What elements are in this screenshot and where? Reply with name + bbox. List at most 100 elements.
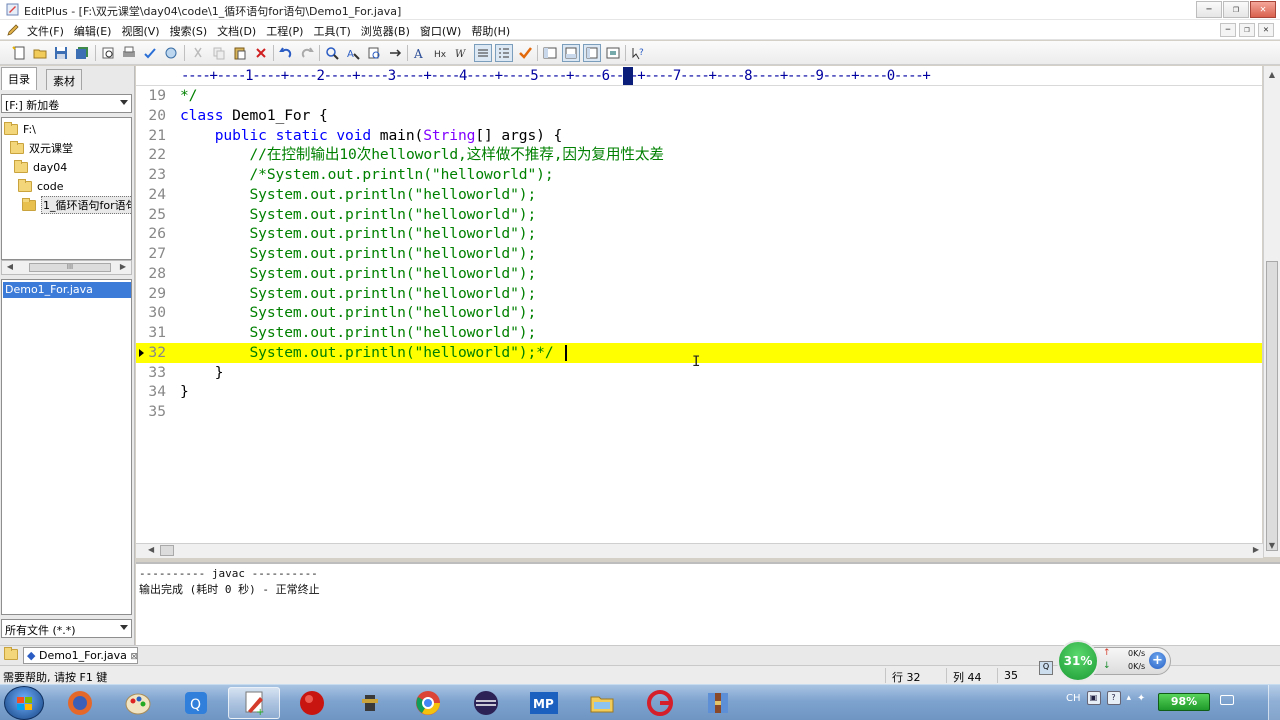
scroll-thumb[interactable] xyxy=(1266,261,1278,551)
minimize-button[interactable]: − xyxy=(1196,1,1222,18)
file-list-item[interactable]: Demo1_For.java xyxy=(3,282,131,298)
menu-browser[interactable]: 浏览器(B) xyxy=(358,23,417,39)
code-editor[interactable]: 35 34} 33 } 32 System.out.println("hellowor… xyxy=(136,86,1262,544)
undo-icon[interactable] xyxy=(277,44,295,62)
paste-icon[interactable] xyxy=(231,44,249,62)
tree-horizontal-scrollbar[interactable]: ◀ III ▶ xyxy=(1,260,132,275)
scroll-left-icon[interactable]: ◀ xyxy=(4,262,16,273)
open-folder-icon[interactable] xyxy=(31,44,49,62)
ftp-icon[interactable] xyxy=(344,687,396,719)
save-all-icon[interactable] xyxy=(73,44,91,62)
start-button[interactable] xyxy=(4,686,44,720)
replace-icon[interactable]: A xyxy=(344,44,362,62)
archive-icon[interactable] xyxy=(692,687,744,719)
editplus-icon[interactable]: + xyxy=(228,687,280,719)
tab-directory[interactable]: 目录 xyxy=(1,67,37,90)
scroll-right-icon[interactable]: ▶ xyxy=(117,262,129,273)
network-speed-widget[interactable]: Q 31% ↑ ↓ 0K/s 0K/s + xyxy=(1039,640,1175,682)
word-wrap-icon[interactable]: W xyxy=(453,44,471,62)
goto-icon[interactable] xyxy=(386,44,404,62)
hex-view-icon[interactable]: Hx xyxy=(432,44,450,62)
copy-icon[interactable] xyxy=(210,44,228,62)
close-button[interactable]: ✕ xyxy=(1250,1,1276,18)
line-number-toggle-icon[interactable] xyxy=(495,44,513,62)
code-line[interactable]: 31 System.out.println("helloworld"); xyxy=(136,323,1262,343)
scroll-left-icon[interactable]: ◀ xyxy=(148,545,154,554)
grapecity-icon[interactable] xyxy=(634,687,686,719)
tree-item-folder[interactable]: code xyxy=(18,177,64,195)
code-line[interactable]: 30 System.out.println("helloworld"); xyxy=(136,303,1262,323)
code-line[interactable]: 22 //在控制输出10次helloworld,这样做不推荐,因为复用性太差 xyxy=(136,145,1262,165)
scroll-thumb[interactable]: III xyxy=(29,263,111,272)
scroll-down-icon[interactable]: ▼ xyxy=(1266,541,1278,553)
restore-button[interactable]: ❐ xyxy=(1223,1,1249,18)
code-line[interactable]: 26 System.out.println("helloworld"); xyxy=(136,224,1262,244)
save-icon[interactable] xyxy=(52,44,70,62)
code-line[interactable]: 27 System.out.println("helloworld"); xyxy=(136,244,1262,264)
network-icon[interactable]: ✦ xyxy=(1137,693,1145,704)
editor-vertical-scrollbar[interactable]: ▲ ▼ xyxy=(1263,66,1280,557)
firefox-icon[interactable] xyxy=(54,687,106,719)
menu-file[interactable]: 文件(F) xyxy=(24,23,71,39)
drive-select[interactable]: [F:] 新加卷 xyxy=(1,94,132,113)
output-window[interactable]: ---------- javac ---------- 输出完成 (耗时 0 秒… xyxy=(136,562,1280,645)
input-language[interactable]: CH xyxy=(1066,693,1081,704)
code-line[interactable]: 20 class Demo1_For { xyxy=(136,106,1262,126)
tray-expand-icon[interactable]: ▴ xyxy=(1127,693,1132,703)
scroll-thumb[interactable] xyxy=(160,545,174,556)
directory-window-icon[interactable] xyxy=(541,44,559,62)
context-help-icon[interactable]: ? xyxy=(629,44,647,62)
record-icon[interactable] xyxy=(286,687,338,719)
paint-icon[interactable] xyxy=(112,687,164,719)
memory-usage-badge[interactable]: 31% xyxy=(1057,640,1099,682)
explorer-icon[interactable] xyxy=(576,687,628,719)
browser-preview-icon[interactable] xyxy=(162,44,180,62)
chrome-icon[interactable] xyxy=(402,687,454,719)
find-in-files-icon[interactable] xyxy=(365,44,383,62)
new-file-icon[interactable] xyxy=(10,44,28,62)
battery-indicator[interactable]: 98% xyxy=(1158,693,1210,711)
check-icon[interactable] xyxy=(516,44,534,62)
qq-browser-icon[interactable]: Q xyxy=(170,687,222,719)
code-line[interactable]: 35 xyxy=(136,402,1262,422)
ruler-toggle-icon[interactable] xyxy=(474,44,492,62)
code-line[interactable]: 24 System.out.println("helloworld"); xyxy=(136,185,1262,205)
menu-document[interactable]: 文档(D) xyxy=(214,23,263,39)
font-icon[interactable]: A xyxy=(411,44,429,62)
tree-item-folder-selected[interactable]: 1_循环语句for语句 xyxy=(22,196,131,214)
cut-icon[interactable] xyxy=(189,44,207,62)
code-line[interactable]: 21 public static void main(String[] args… xyxy=(136,126,1262,146)
doc-close-button[interactable]: ✕ xyxy=(1258,23,1274,37)
tree-item-drive[interactable]: F:\ xyxy=(4,120,36,138)
help-icon[interactable]: ? xyxy=(1106,691,1121,705)
menu-tools[interactable]: 工具(T) xyxy=(310,23,357,39)
ime-icon[interactable]: ▣ xyxy=(1086,691,1101,705)
power-icon[interactable] xyxy=(1220,695,1234,705)
accelerate-button[interactable]: + xyxy=(1149,652,1166,669)
redo-icon[interactable] xyxy=(298,44,316,62)
mp-icon[interactable]: MP xyxy=(518,687,570,719)
doc-restore-button[interactable]: ❐ xyxy=(1239,23,1255,37)
show-desktop-button[interactable] xyxy=(1268,685,1280,720)
menu-project[interactable]: 工程(P) xyxy=(263,23,310,39)
menu-view[interactable]: 视图(V) xyxy=(118,23,166,39)
print-icon[interactable] xyxy=(120,44,138,62)
menu-window[interactable]: 窗口(W) xyxy=(417,23,468,39)
menu-search[interactable]: 搜索(S) xyxy=(167,23,215,39)
scroll-up-icon[interactable]: ▲ xyxy=(1266,70,1278,82)
code-line[interactable]: 34} xyxy=(136,382,1262,402)
code-line[interactable]: 19 */ xyxy=(136,86,1262,106)
print-preview-icon[interactable] xyxy=(99,44,117,62)
code-line[interactable]: 23 /*System.out.println("helloworld"); xyxy=(136,165,1262,185)
file-filter-select[interactable]: 所有文件 (*.*) xyxy=(1,619,132,638)
tab-close-icon[interactable]: ⊠ xyxy=(130,652,138,662)
code-line[interactable]: 28 System.out.println("helloworld"); xyxy=(136,264,1262,284)
delete-icon[interactable] xyxy=(252,44,270,62)
code-line[interactable]: 25 System.out.println("helloworld"); xyxy=(136,205,1262,225)
menu-help[interactable]: 帮助(H) xyxy=(468,23,517,39)
tab-cliptext[interactable]: 素材 xyxy=(46,69,82,90)
menu-edit[interactable]: 编辑(E) xyxy=(71,23,119,39)
tree-item-folder[interactable]: day04 xyxy=(14,158,67,176)
editor-horizontal-scrollbar[interactable]: ◀ ▶ xyxy=(136,543,1263,558)
code-line[interactable]: 29 System.out.println("helloworld"); xyxy=(136,284,1262,304)
